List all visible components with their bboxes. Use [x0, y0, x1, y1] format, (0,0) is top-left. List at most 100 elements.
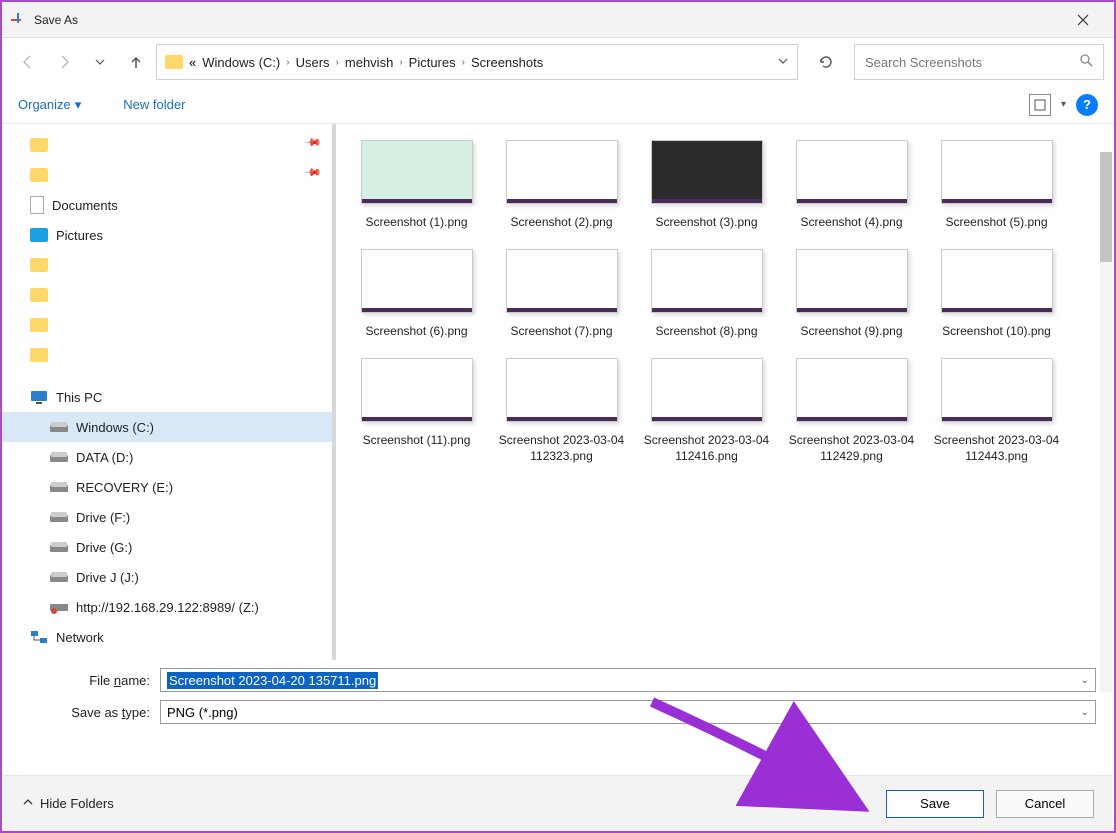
filetype-label: Save as type: — [20, 705, 160, 720]
thumbnail — [941, 140, 1053, 204]
disk-icon — [50, 568, 68, 586]
sidebar-item-network[interactable]: Network — [2, 622, 332, 652]
sidebar-item-drive-e[interactable]: RECOVERY (E:) — [2, 472, 332, 502]
file-item[interactable]: Screenshot (1).png — [344, 140, 489, 231]
chevron-down-icon[interactable]: ⌄ — [1081, 675, 1089, 686]
disk-icon — [50, 508, 68, 526]
chevron-right-icon: › — [399, 57, 402, 68]
sidebar-item[interactable] — [2, 310, 332, 340]
caret-down-icon: ▾ — [75, 97, 82, 113]
file-label: Screenshot (2).png — [497, 214, 627, 231]
breadcrumb[interactable]: Windows (C:) — [202, 55, 280, 70]
file-label: Screenshot 2023-03-04 112323.png — [497, 432, 627, 466]
file-item[interactable]: Screenshot 2023-03-04 112323.png — [489, 358, 634, 466]
folder-icon — [30, 138, 48, 152]
address-bar[interactable]: « Windows (C:) › Users › mehvish › Pictu… — [156, 44, 798, 80]
save-button[interactable]: Save — [886, 790, 984, 818]
file-item[interactable]: Screenshot (6).png — [344, 249, 489, 340]
sidebar-item-pictures[interactable]: Pictures — [2, 220, 332, 250]
chevron-down-icon[interactable]: ⌄ — [1081, 707, 1089, 718]
chevron-down-icon[interactable] — [777, 55, 789, 70]
sidebar-item[interactable] — [2, 340, 332, 370]
search-field[interactable] — [865, 55, 1079, 70]
caret-down-icon[interactable]: ▾ — [1061, 99, 1066, 110]
filetype-select[interactable]: PNG (*.png) ⌄ — [160, 700, 1096, 724]
file-item[interactable]: Screenshot 2023-03-04 112443.png — [924, 358, 1069, 466]
new-folder-button[interactable]: New folder — [123, 97, 185, 112]
file-item[interactable]: Screenshot 2023-03-04 112416.png — [634, 358, 779, 466]
file-label: Screenshot (4).png — [787, 214, 917, 231]
view-options-button[interactable] — [1029, 94, 1051, 116]
thumbnail — [941, 358, 1053, 422]
sidebar-item-drive-g[interactable]: Drive (G:) — [2, 532, 332, 562]
organize-menu[interactable]: Organize ▾ — [18, 97, 81, 113]
file-item[interactable]: Screenshot (5).png — [924, 140, 1069, 231]
disk-icon — [50, 448, 68, 466]
search-icon — [1079, 53, 1093, 72]
nav-back-button[interactable] — [12, 46, 44, 78]
folder-icon — [30, 258, 48, 272]
hide-folders-toggle[interactable]: Hide Folders — [22, 796, 114, 811]
help-button[interactable]: ? — [1076, 94, 1098, 116]
sidebar-item[interactable] — [2, 250, 332, 280]
scrollbar[interactable] — [1100, 152, 1112, 692]
chevron-right-icon: › — [286, 57, 289, 68]
breadcrumb[interactable]: mehvish — [345, 55, 393, 70]
app-icon — [10, 12, 26, 28]
folder-icon — [30, 288, 48, 302]
file-item[interactable]: Screenshot (9).png — [779, 249, 924, 340]
file-item[interactable]: Screenshot (11).png — [344, 358, 489, 466]
sidebar-item-drive-f[interactable]: Drive (F:) — [2, 502, 332, 532]
file-label: Screenshot (9).png — [787, 323, 917, 340]
folder-icon — [30, 318, 48, 332]
sidebar-item[interactable]: 📌 — [2, 130, 332, 160]
thumbnail — [361, 358, 473, 422]
thumbnail — [651, 358, 763, 422]
nav-up-button[interactable] — [120, 46, 152, 78]
breadcrumb[interactable]: Pictures — [409, 55, 456, 70]
search-input[interactable] — [854, 44, 1104, 80]
filename-label: File name: — [20, 673, 160, 688]
breadcrumb[interactable]: Users — [296, 55, 330, 70]
chevron-right-icon: › — [462, 57, 465, 68]
sidebar-item-documents[interactable]: Documents — [2, 190, 332, 220]
file-label: Screenshot 2023-03-04 112429.png — [787, 432, 917, 466]
sidebar-item-this-pc[interactable]: This PC — [2, 382, 332, 412]
file-item[interactable]: Screenshot (2).png — [489, 140, 634, 231]
thumbnail — [941, 249, 1053, 313]
sidebar-item[interactable] — [2, 280, 332, 310]
folder-icon — [30, 348, 48, 362]
pc-icon — [30, 388, 48, 406]
sidebar-item[interactable]: 📌 — [2, 160, 332, 190]
thumbnail — [506, 249, 618, 313]
file-label: Screenshot (10).png — [932, 323, 1062, 340]
file-item[interactable]: Screenshot (10).png — [924, 249, 1069, 340]
file-item[interactable]: Screenshot (7).png — [489, 249, 634, 340]
file-item[interactable]: Screenshot (4).png — [779, 140, 924, 231]
file-label: Screenshot (7).png — [497, 323, 627, 340]
file-item[interactable]: Screenshot 2023-03-04 112429.png — [779, 358, 924, 466]
close-button[interactable] — [1060, 4, 1106, 36]
sidebar-item-drive-c[interactable]: Windows (C:) — [2, 412, 332, 442]
thumbnail — [796, 358, 908, 422]
pin-icon: 📌 — [304, 133, 323, 152]
nav-forward-button[interactable] — [48, 46, 80, 78]
file-item[interactable]: Screenshot (3).png — [634, 140, 779, 231]
breadcrumb-prefix: « — [189, 55, 196, 70]
thumbnail — [361, 140, 473, 204]
disk-icon — [50, 538, 68, 556]
nav-recent-dropdown[interactable] — [84, 46, 116, 78]
thumbnail — [651, 249, 763, 313]
file-item[interactable]: Screenshot (8).png — [634, 249, 779, 340]
cancel-button[interactable]: Cancel — [996, 790, 1094, 818]
filename-input[interactable]: Screenshot 2023-04-20 135711.png ⌄ — [160, 668, 1096, 692]
chevron-up-icon — [22, 796, 34, 811]
sidebar-item-drive-j[interactable]: Drive J (J:) — [2, 562, 332, 592]
thumbnail — [651, 140, 763, 204]
sidebar-item-drive-d[interactable]: DATA (D:) — [2, 442, 332, 472]
file-label: Screenshot (5).png — [932, 214, 1062, 231]
refresh-button[interactable] — [808, 44, 844, 80]
breadcrumb[interactable]: Screenshots — [471, 55, 543, 70]
sidebar-item-drive-z[interactable]: http://192.168.29.122:8989/ (Z:) — [2, 592, 332, 622]
disk-icon — [50, 478, 68, 496]
